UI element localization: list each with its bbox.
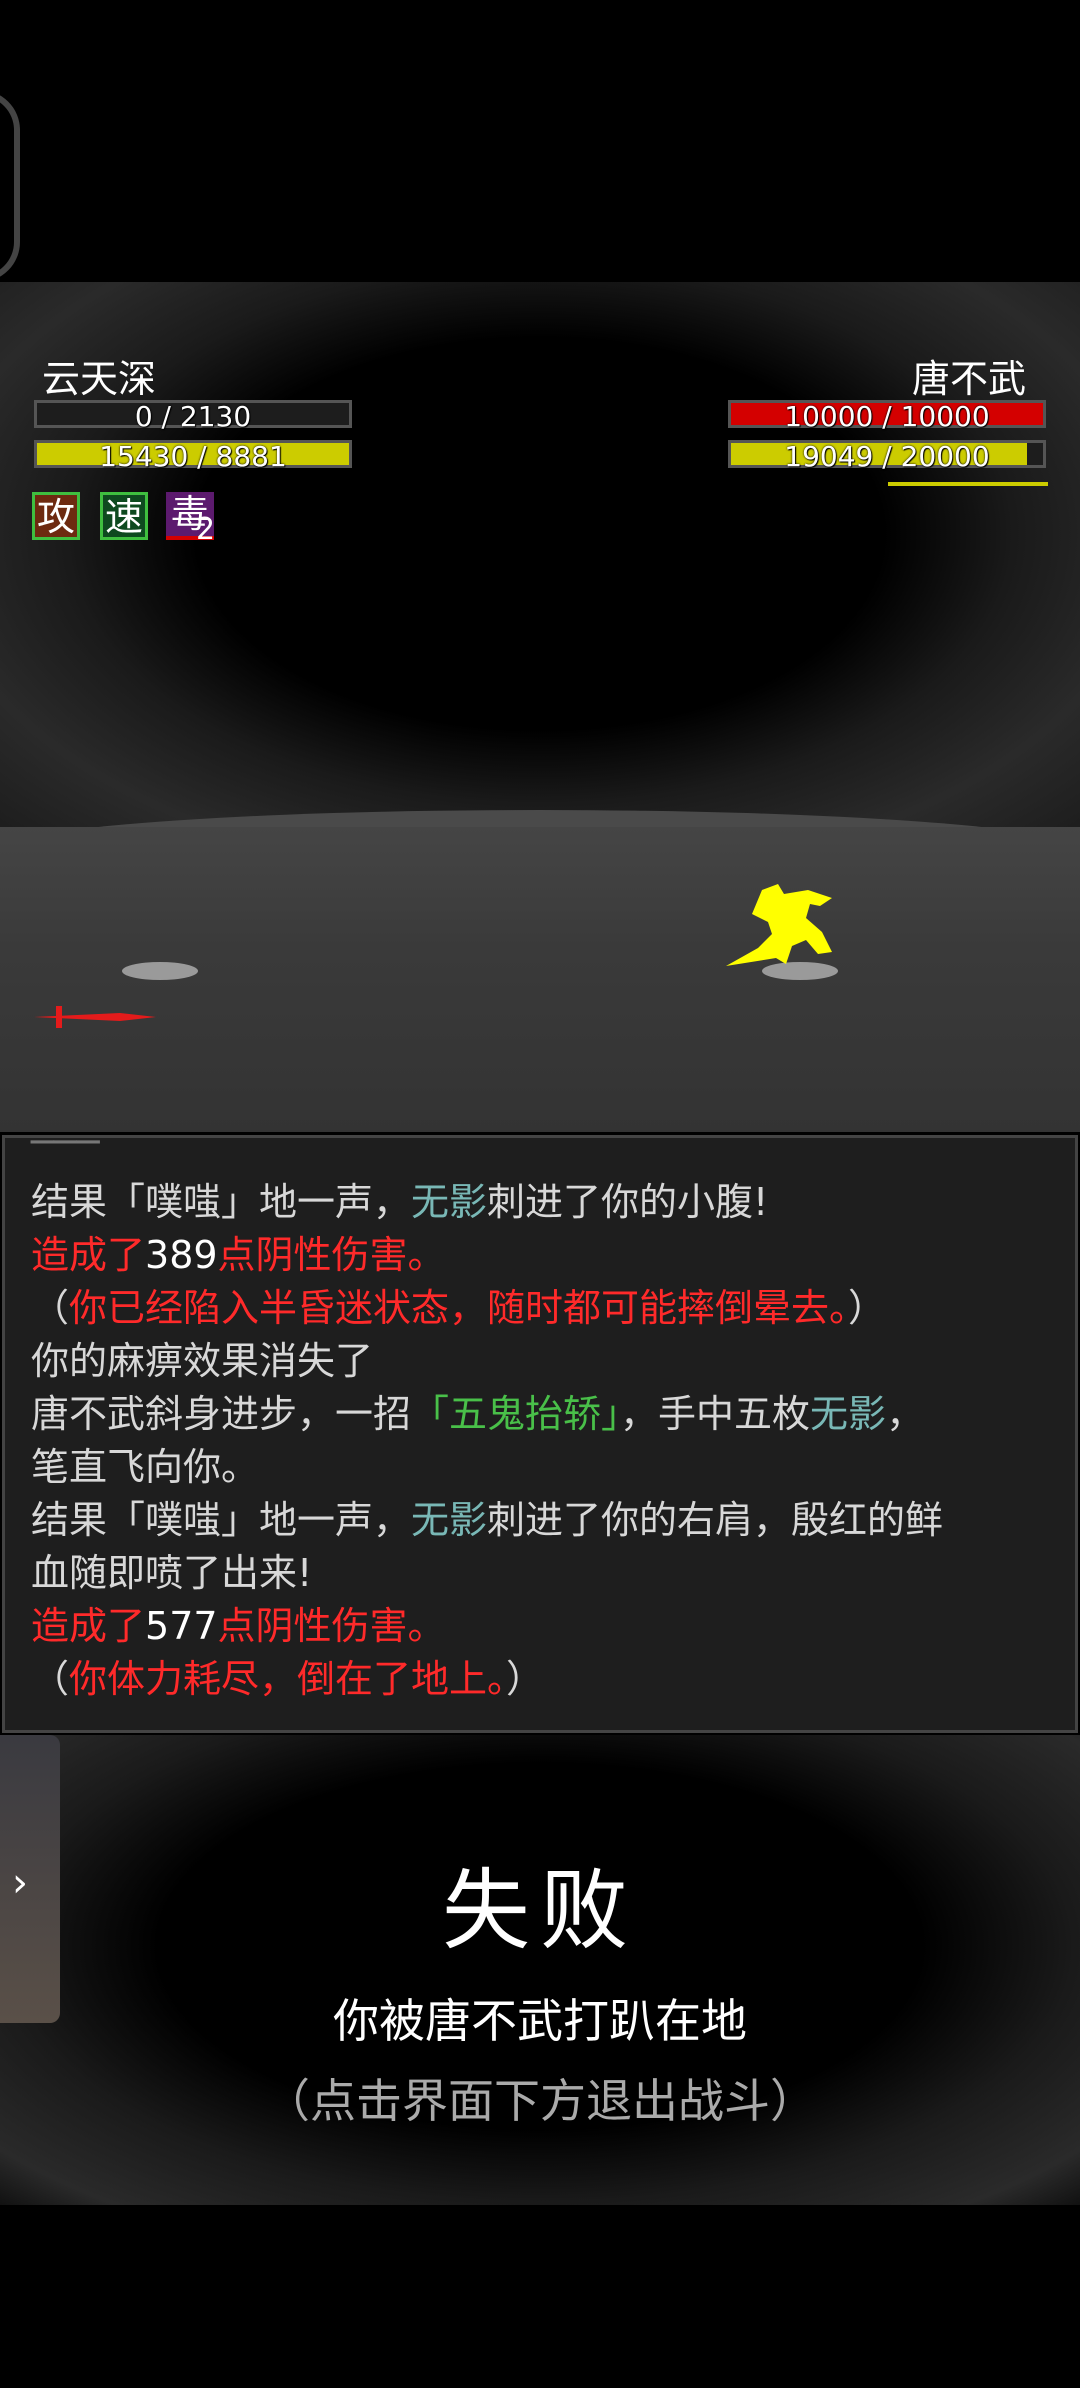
log-line: 血随即喷了出来! <box>31 1551 313 1595</box>
speed-buff-char: 速 <box>104 495 143 539</box>
result-panel[interactable] <box>0 1735 1080 2205</box>
weapon-name: 无影 <box>810 1392 887 1436</box>
log-line: （你已经陷入半昏迷状态，随时都可能摔倒晕去。） <box>31 1284 886 1332</box>
enemy-hp-bar: 10000 / 10000 <box>728 400 1046 433</box>
log-text: 刺进了你的右肩，殷红的鲜 <box>487 1498 944 1542</box>
log-partial-line: ─── <box>31 1135 100 1164</box>
player-shadow <box>122 962 198 980</box>
player-hp-bar: 0 / 2130 <box>34 400 352 433</box>
attack-buff-icon[interactable]: 攻 <box>32 492 80 540</box>
attack-buff-char: 攻 <box>36 495 75 539</box>
player-mp-label: 15430 / 8881 <box>99 440 287 473</box>
player-hp-label: 0 / 2130 <box>134 400 252 433</box>
enemy-charge-line <box>888 482 1048 486</box>
player-name: 云天深 <box>42 357 157 401</box>
log-line: 你的麻痹效果消失了 <box>31 1339 374 1383</box>
enemy-mp-bar: 19049 / 20000 <box>728 440 1046 473</box>
poison-stack-count: 2 <box>196 512 216 547</box>
status-text: 你体力耗尽，倒在了地上。 <box>69 1657 507 1701</box>
log-text: ，手中五枚 <box>620 1392 811 1436</box>
log-text: 唐不武斜身进步，一招 <box>31 1392 412 1436</box>
log-text: 结果「噗嗤」地一声， <box>31 1180 412 1224</box>
result-message: 你被唐不武打趴在地 <box>333 1994 747 2048</box>
result-title: 失败 <box>441 1859 638 1962</box>
log-text: 结果「噗嗤」地一声， <box>31 1498 412 1542</box>
damage-text: 造成了 <box>31 1604 146 1648</box>
skill-name: 「五鬼抬轿」 <box>411 1392 621 1436</box>
enemy-ninja-figure[interactable] <box>722 884 842 974</box>
log-line: 造成了389点阴性伤害。 <box>31 1231 446 1279</box>
enemy-name: 唐不武 <box>912 357 1027 401</box>
log-line: 唐不武斜身进步，一招「五鬼抬轿」，手中五枚无影， <box>31 1390 924 1438</box>
enemy-mp-label: 19049 / 20000 <box>784 440 990 473</box>
log-text: ） <box>506 1657 545 1701</box>
player-mp-bar: 15430 / 8881 <box>34 440 352 473</box>
log-line: （你体力耗尽，倒在了地上。） <box>31 1655 544 1703</box>
log-text: ） <box>848 1286 887 1330</box>
log-line: 结果「噗嗤」地一声，无影刺进了你的小腹! <box>31 1178 768 1226</box>
weapon-name: 无影 <box>411 1180 488 1224</box>
status-text: 你已经陷入半昏迷状态，随时都可能摔倒晕去。 <box>69 1286 849 1330</box>
log-line: 造成了577点阴性伤害。 <box>31 1602 446 1650</box>
damage-value: 389 <box>145 1233 218 1277</box>
enemy-hp-label: 10000 / 10000 <box>784 400 990 433</box>
log-text: ， <box>886 1392 925 1436</box>
log-line: 笔直飞向你。 <box>31 1445 260 1489</box>
battle-log[interactable]: ─── 结果「噗嗤」地一声，无影刺进了你的小腹! 造成了389点阴性伤害。 （你… <box>2 1135 1078 1733</box>
damage-value: 577 <box>145 1604 218 1648</box>
speed-buff-icon[interactable]: 速 <box>100 492 148 540</box>
damage-text: 点阴性伤害。 <box>217 1604 446 1648</box>
log-line: 结果「噗嗤」地一声，无影刺进了你的右肩，殷红的鲜 <box>31 1496 943 1544</box>
battle-scene[interactable]: 云天深 0 / 2130 15430 / 8881 攻 速 毒 2 唐不武 10… <box>0 282 1080 1132</box>
log-text: 刺进了你的小腹! <box>487 1180 769 1224</box>
damage-text: 造成了 <box>31 1233 146 1277</box>
weapon-name: 无影 <box>411 1498 488 1542</box>
damage-text: 点阴性伤害。 <box>217 1233 446 1277</box>
fallen-sword-icon <box>34 1006 156 1028</box>
log-text: （ <box>31 1657 70 1701</box>
log-text: （ <box>31 1286 70 1330</box>
exit-hint[interactable]: （点击界面下方退出战斗） <box>0 2065 1080 2131</box>
window-edge-decoration <box>0 90 20 282</box>
